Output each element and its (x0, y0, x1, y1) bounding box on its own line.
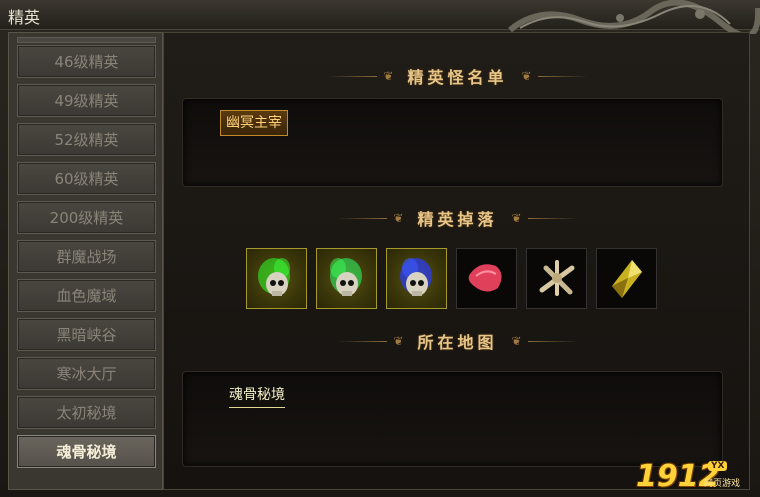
site-logo: 1912 YX 网页游戏 (636, 459, 756, 495)
drop-slot[interactable] (596, 248, 657, 309)
yellow-crystal-icon (612, 260, 642, 298)
divider (327, 75, 378, 77)
map-link[interactable]: 魂骨秘境 (229, 384, 285, 408)
ornament-icon: ❦ (383, 69, 394, 83)
section-title: 所在地图 (417, 333, 498, 352)
drop-slot[interactable] (316, 248, 377, 309)
dragon-ornament-icon (508, 0, 760, 34)
divider (337, 217, 388, 219)
sidebar-item-soulbone-realm[interactable]: 魂骨秘境 (17, 435, 156, 468)
sidebar-item-label: 寒冰大厅 (56, 365, 117, 383)
detail-panel: ❦ 精英怪名单 ❦ 幽冥主宰 ❦ 精英掉落 ❦ ❦ 所在地图 ❦ 魂骨秘境 (163, 32, 750, 490)
location-header: ❦ 所在地图 ❦ (164, 330, 751, 352)
sidebar-item-label: 群魔战场 (56, 248, 117, 266)
logo-badge: YX (708, 461, 728, 471)
drop-slot[interactable] (246, 248, 307, 309)
ornament-icon: ❦ (511, 334, 522, 348)
green-skull-icon (258, 258, 290, 296)
sidebar-item-label: 魂骨秘境 (56, 443, 117, 461)
sidebar-item-label: 46级精英 (54, 53, 119, 71)
divider (537, 75, 588, 77)
sidebar-item-60-elite[interactable]: 60级精英 (17, 162, 156, 195)
drop-items (246, 248, 657, 309)
location-panel: 魂骨秘境 (182, 371, 723, 467)
sidebar-item-52-elite[interactable]: 52级精英 (17, 123, 156, 156)
window-title: 精英 (8, 8, 41, 27)
sidebar-item-label: 太初秘境 (56, 404, 117, 422)
sidebar-item-200-elite[interactable]: 200级精英 (17, 201, 156, 234)
sidebar-item-dark-canyon[interactable]: 黑暗峡谷 (17, 318, 156, 351)
sidebar-item-label: 60级精英 (54, 170, 119, 188)
green-skull-icon (330, 258, 362, 296)
monster-list-panel: 幽冥主宰 (182, 98, 723, 187)
sidebar-item-label: 49级精英 (54, 92, 119, 110)
blue-skull-icon (400, 258, 432, 296)
divider (337, 340, 388, 342)
sidebar-item-ice-hall[interactable]: 寒冰大厅 (17, 357, 156, 390)
title-bar: 精英 (0, 0, 760, 34)
drop-slot[interactable] (456, 248, 517, 309)
drops-header: ❦ 精英掉落 ❦ (164, 207, 751, 229)
sidebar-item-label: 黑暗峡谷 (56, 326, 117, 344)
divider (527, 340, 578, 342)
ornament-icon: ❦ (393, 211, 404, 225)
sidebar-item-demon-battlefield[interactable]: 群魔战场 (17, 240, 156, 273)
ornament-icon: ❦ (393, 334, 404, 348)
sidebar-item-label: 200级精英 (49, 209, 124, 227)
ornament-icon: ❦ (521, 69, 532, 83)
divider (527, 217, 578, 219)
sidebar-item-label: 血色魔域 (56, 287, 117, 305)
sidebar-item-46-elite[interactable]: 46级精英 (17, 45, 156, 78)
drop-slot[interactable] (386, 248, 447, 309)
section-title: 精英掉落 (417, 210, 498, 229)
red-petal-icon (468, 264, 502, 292)
category-sidebar: 46级精英 49级精英 52级精英 60级精英 200级精英 群魔战场 血色魔域… (8, 32, 163, 490)
sidebar-scroll-edge (17, 37, 156, 43)
sidebar-item-blood-domain[interactable]: 血色魔域 (17, 279, 156, 312)
bone-pile-icon (539, 260, 575, 296)
monster-tag[interactable]: 幽冥主宰 (220, 110, 288, 136)
sidebar-item-49-elite[interactable]: 49级精英 (17, 84, 156, 117)
elite-window: 精英 46级精英 49级精英 52级精英 60级精英 200级精英 群魔战场 血… (0, 0, 760, 497)
drop-slot[interactable] (526, 248, 587, 309)
section-title: 精英怪名单 (407, 68, 508, 87)
monster-list-header: ❦ 精英怪名单 ❦ (164, 65, 751, 87)
logo-subtitle: 网页游戏 (704, 479, 741, 489)
sidebar-item-taichu-realm[interactable]: 太初秘境 (17, 396, 156, 429)
sidebar-item-label: 52级精英 (54, 131, 119, 149)
ornament-icon: ❦ (511, 211, 522, 225)
